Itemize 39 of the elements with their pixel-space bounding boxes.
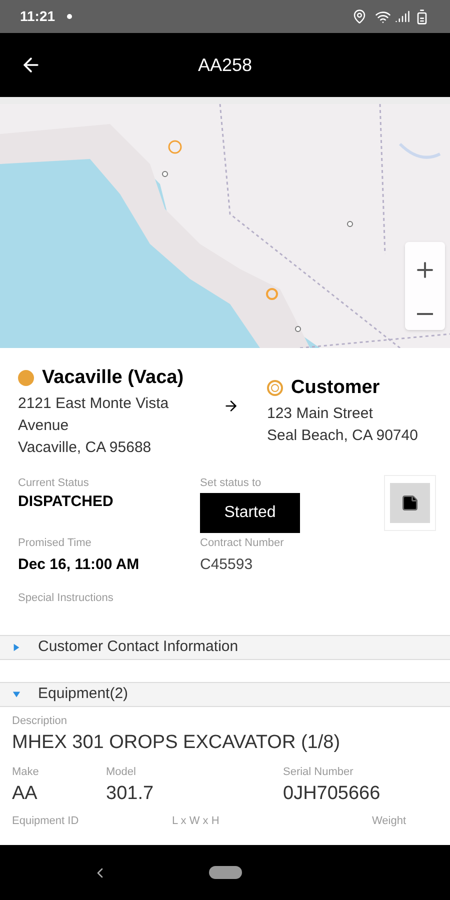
field-label: Make xyxy=(12,764,40,780)
field-value: MHEX 301 OROPS EXCAVATOR (1/8) xyxy=(12,731,342,755)
clock: 11:21 xyxy=(20,7,56,26)
field-value: 301.7 xyxy=(106,782,155,806)
field-label: Serial Number xyxy=(283,764,354,780)
wifi-icon xyxy=(375,8,391,24)
address-line: 123 Main Street xyxy=(267,404,374,424)
field-label: Promised Time xyxy=(18,536,92,551)
home-pill-icon[interactable] xyxy=(208,866,242,879)
field-label: Current Status xyxy=(18,476,90,490)
address-line: 2121 East Monte Vista Avenue xyxy=(18,394,170,436)
field-label: L x W x H xyxy=(172,814,220,828)
caret-down-icon xyxy=(12,690,21,698)
status-button[interactable]: Started xyxy=(200,493,300,533)
caret-right-icon xyxy=(12,642,21,652)
address-line: Vacaville, CA 95688 xyxy=(18,438,152,458)
field-value: C45593 xyxy=(200,554,254,574)
field-value: Dec 16, 11:00 AM xyxy=(18,554,140,574)
field-value: AA xyxy=(12,782,38,806)
field-label: Description xyxy=(12,714,68,728)
section-header[interactable]: Equipment(2) xyxy=(0,682,450,706)
field-label: Special Instructions xyxy=(17,591,114,606)
note-icon xyxy=(401,494,419,512)
field-label: Equipment ID xyxy=(12,814,80,828)
location-icon xyxy=(352,9,367,24)
section-header[interactable]: Customer Contact Information xyxy=(0,634,450,660)
minus-icon xyxy=(417,312,433,314)
field-label: Set status to xyxy=(200,476,262,490)
note-button[interactable] xyxy=(384,474,436,530)
location-name: Vacaville (Vaca) xyxy=(42,366,184,390)
address-line: Seal Beach, CA 90740 xyxy=(267,426,418,446)
field-value: DISPATCHED xyxy=(18,492,114,512)
field-label: Weight xyxy=(371,814,408,828)
signal-icon xyxy=(395,9,410,24)
page-title: AA258 xyxy=(198,54,252,76)
field-label: Contract Number xyxy=(200,536,285,551)
field-label: Model xyxy=(106,764,137,780)
field-value: 0JH705666 xyxy=(283,782,382,806)
location-name: Customer xyxy=(291,376,380,400)
